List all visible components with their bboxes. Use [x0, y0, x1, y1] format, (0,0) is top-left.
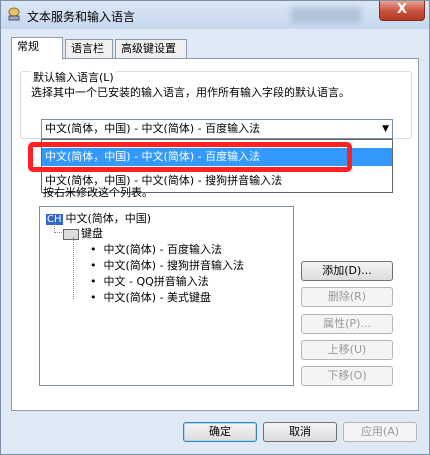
red-highlight-annotation	[28, 142, 352, 172]
tree-category-label: 键盘	[81, 227, 103, 240]
tree-language-label: 中文(简体，中国)	[65, 212, 152, 225]
tree-item[interactable]: • 中文(简体) - 美式键盘	[90, 289, 211, 305]
watermark-blur	[291, 7, 361, 23]
keyboard-icon	[63, 228, 79, 240]
tree-item-label: 中文(简体) - 搜狗拼音输入法	[103, 259, 245, 272]
selected-language-value: 中文(简体，中国) - 中文(简体) - 百度输入法	[45, 122, 261, 135]
dialog-window: 文本服务和输入语言 X 常规 语言栏 高级键设置 默认输入语言(L) 选择其中一…	[0, 0, 430, 455]
window-title: 文本服务和输入语言	[27, 10, 136, 24]
tab-general[interactable]: 常规	[11, 37, 63, 59]
close-button[interactable]: X	[379, 1, 425, 21]
keyboard-globe-icon	[8, 7, 20, 21]
tree-language-node[interactable]: CH 中文(简体，中国)	[46, 210, 151, 226]
tree-item-label: 中文(简体) - 美式键盘	[103, 291, 212, 304]
installed-services-label: 按右米修改这个列表。	[43, 186, 153, 199]
tree-item-label: 中文(简体) - 百度输入法	[103, 243, 223, 256]
default-language-label: 默认输入语言(L)	[31, 69, 116, 85]
tree-item-label: 中文 - QQ拼音输入法	[103, 275, 209, 288]
ok-button[interactable]: 确定	[183, 422, 257, 442]
default-language-select[interactable]: 中文(简体，中国) - 中文(简体) - 百度输入法 ▼	[41, 119, 393, 139]
tree-item[interactable]: • 中文 - QQ拼音输入法	[90, 273, 209, 289]
move-down-button[interactable]: 下移(O)	[301, 366, 393, 386]
remove-button[interactable]: 删除(R)	[301, 287, 393, 307]
tree-item[interactable]: • 中文(简体) - 搜狗拼音输入法	[90, 257, 244, 273]
add-button[interactable]: 添加(D)...	[301, 261, 393, 281]
apply-button[interactable]: 应用(A)	[343, 422, 417, 442]
installed-services-tree[interactable]: CH 中文(简体，中国) 键盘 • 中文(简体) - 百度输入法 • 中文(简体)…	[39, 206, 294, 386]
tab-language-bar[interactable]: 语言栏	[65, 39, 113, 58]
tree-connector	[54, 232, 62, 233]
tab-advanced-key-settings[interactable]: 高级键设置	[115, 39, 187, 58]
tree-item[interactable]: • 中文(简体) - 百度输入法	[90, 241, 222, 257]
cancel-button[interactable]: 取消	[263, 422, 337, 442]
chevron-down-icon[interactable]: ▼	[382, 120, 389, 138]
default-language-description: 选择其中一个已安装的输入语言，用作所有输入字段的默认语言。	[31, 86, 350, 99]
properties-button[interactable]: 属性(P)...	[301, 314, 393, 334]
tree-category-node[interactable]: 键盘	[63, 225, 103, 241]
move-up-button[interactable]: 上移(U)	[301, 340, 393, 360]
tree-connector	[73, 237, 74, 299]
title-bar[interactable]: 文本服务和输入语言 X	[1, 1, 429, 29]
